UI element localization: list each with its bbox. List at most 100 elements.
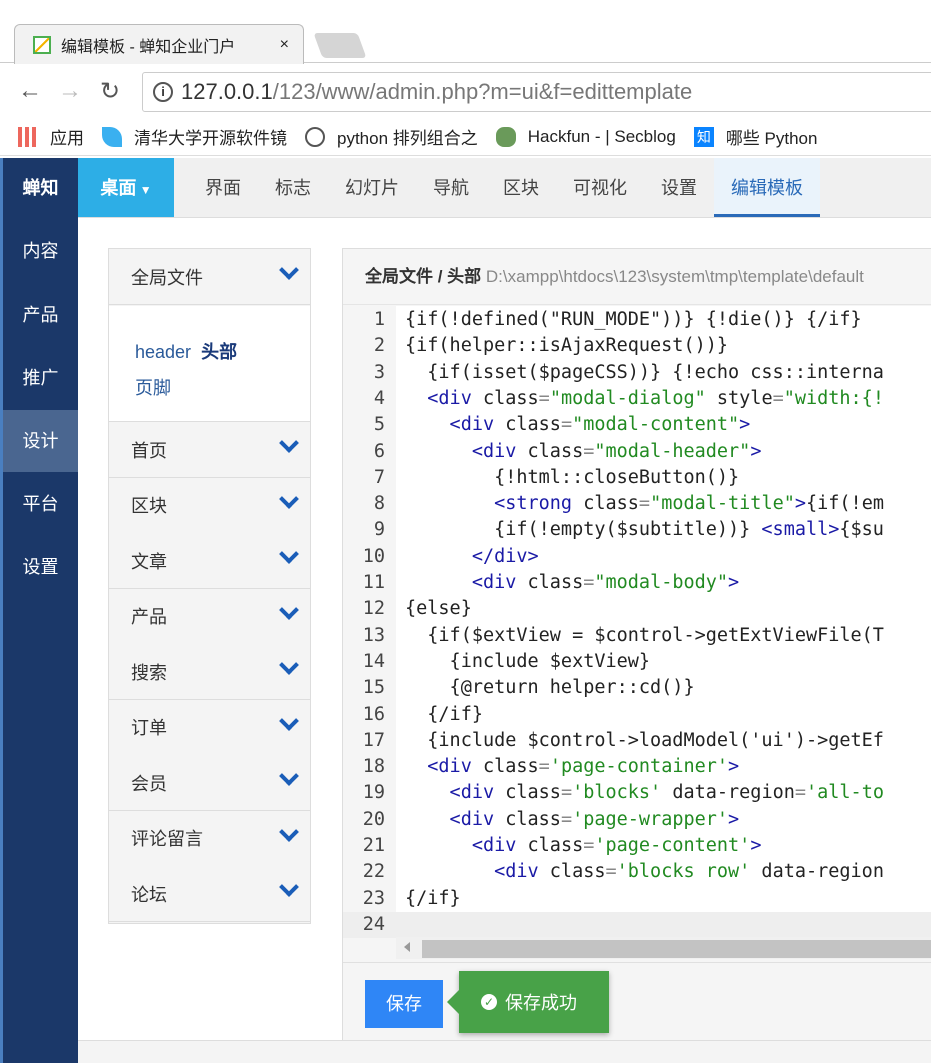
sidebar-item-product[interactable]: 产品 [3, 284, 78, 346]
code-token: "modal-header" [594, 440, 751, 462]
bookmark-python[interactable]: python 排列组合之 [305, 124, 478, 149]
page-favicon-icon [33, 35, 51, 54]
chevron-down-icon [279, 544, 299, 564]
code-line: 13 {if($extView = $control->getExtViewFi… [343, 623, 931, 649]
code-line: 12 {else} [343, 596, 931, 622]
info-icon[interactable]: i [153, 82, 173, 102]
scroll-left-icon[interactable] [404, 942, 410, 952]
nav-navigation[interactable]: 导航 [416, 158, 486, 217]
file-header[interactable]: header 头部 [135, 334, 310, 370]
code-line: 17 {include $control->loadModel('ui')->g… [343, 728, 931, 754]
code-line: 16 {/if} [343, 702, 931, 728]
group-item[interactable]: 区块 [109, 477, 310, 534]
code-token: "modal-title" [650, 493, 795, 515]
site-icon [305, 126, 325, 147]
nav-settings[interactable]: 设置 [644, 158, 714, 217]
bookmark-label: 清华大学开源软件镜 [134, 129, 287, 148]
bookmark-tuna[interactable]: 清华大学开源软件镜 [102, 124, 287, 149]
code-token: = [605, 861, 617, 883]
code-line: 11 <div class="modal-body"> [343, 570, 931, 596]
nav-blocks[interactable]: 区块 [486, 158, 556, 217]
group-item[interactable]: 文章 [109, 533, 310, 589]
url-path: /123/www/admin.php?m=ui&f=edittemplate [272, 79, 693, 104]
code-token: > [794, 493, 806, 515]
group-item[interactable]: 评论留言 [109, 810, 310, 867]
code-line: 22 <div class='blocks row' data-region [343, 859, 931, 885]
group-global-files[interactable]: 全局文件 [109, 249, 310, 305]
new-tab-button[interactable] [313, 33, 367, 58]
group-label: 首页 [131, 440, 167, 461]
template-editor-panel: 全局文件 / 头部 D:\xampp\htdocs\123\system\tmp… [342, 248, 931, 1044]
caret-down-icon: ▼ [136, 183, 152, 197]
tuna-icon [102, 126, 122, 147]
group-item[interactable]: 会员 [109, 755, 310, 811]
code-token: > [739, 414, 751, 436]
line-number: 2 [373, 335, 385, 357]
nav-logo[interactable]: 标志 [258, 158, 328, 217]
code-token: <div [405, 440, 528, 462]
check-circle-icon: ✓ [481, 994, 497, 1010]
code-token: style [705, 387, 773, 409]
cactus-icon [495, 126, 516, 147]
code-editor[interactable]: 1 {if(!defined("RUN_MODE"))} {!die()} {/i… [343, 306, 931, 938]
group-label: 订单 [131, 718, 167, 738]
file-footer[interactable]: 页脚 [135, 370, 310, 406]
code-token: {if(!em [806, 493, 884, 515]
breadcrumb: 全局文件 / 头部 [365, 267, 482, 286]
nav-visual[interactable]: 可视化 [556, 158, 644, 217]
brand-logo[interactable]: 蝉知 [3, 158, 78, 218]
reload-icon[interactable]: ↻ [90, 77, 130, 106]
bookmark-zhihu[interactable]: 知哪些 Python [693, 124, 818, 149]
bookmark-label: python 排列组合之 [337, 129, 478, 148]
browser-tab[interactable]: 编辑模板 - 蝉知企业门户 × [14, 24, 304, 64]
code-token: <div [405, 387, 483, 409]
code-line: 2 {if(helper::isAjaxRequest())} [343, 333, 931, 359]
code-token: 'blocks row' [616, 861, 751, 883]
bookmark-hackfun[interactable]: Hackfun - | Secblog [495, 126, 676, 147]
code-token: <div [405, 808, 506, 830]
code-token: {if(helper::isAjaxRequest())} [405, 335, 729, 357]
nav-ui[interactable]: 界面 [188, 158, 258, 217]
bookmark-label: 哪些 Python [725, 129, 818, 148]
file-code: header [135, 342, 192, 362]
group-label: 会员 [131, 773, 167, 794]
code-token: {!html::closeButton()} [405, 466, 740, 488]
desktop-dropdown[interactable]: 桌面 ▼ [78, 158, 174, 217]
forward-icon[interactable]: → [50, 77, 90, 105]
code-token: {else} [405, 598, 472, 620]
code-token: {if(!empty($subtitle))} [405, 519, 762, 541]
close-tab-icon[interactable]: × [280, 36, 289, 54]
sidebar-item-platform[interactable]: 平台 [3, 473, 78, 535]
code-token: = [772, 387, 784, 409]
code-token: "modal-content" [572, 414, 740, 436]
nav-slides[interactable]: 幻灯片 [328, 158, 416, 217]
line-number: 12 [362, 598, 385, 620]
code-line: 23 {/if} [343, 886, 931, 912]
sidebar-item-promote[interactable]: 推广 [3, 347, 78, 409]
sidebar-item-content[interactable]: 内容 [3, 220, 78, 282]
group-item[interactable]: 首页 [109, 422, 310, 478]
code-token: {$su [839, 519, 884, 541]
code-line: 19 <div class='blocks' data-region='all-… [343, 780, 931, 806]
code-token: <div [405, 835, 528, 856]
bookmark-apps[interactable]: 应用 [18, 124, 84, 149]
nav-edit-template[interactable]: 编辑模板 [714, 158, 820, 217]
group-item[interactable]: 搜索 [109, 644, 310, 700]
code-token: > [750, 835, 762, 856]
code-token: {include $extView} [405, 650, 651, 672]
code-token: <div [405, 414, 506, 436]
horizontal-scrollbar[interactable] [396, 937, 931, 959]
save-button[interactable]: 保存 [365, 980, 443, 1028]
group-item[interactable]: 订单 [109, 699, 310, 756]
code-token: = [794, 782, 806, 804]
code-line: 20 <div class='page-wrapper'> [343, 807, 931, 833]
sidebar-item-design[interactable]: 设计 [3, 410, 78, 472]
address-bar[interactable]: i 127.0.0.1/123/www/admin.php?m=ui&f=edi… [142, 72, 931, 112]
editor-header: 全局文件 / 头部 D:\xampp\htdocs\123\system\tmp… [343, 249, 931, 305]
group-item[interactable]: 论坛 [109, 866, 310, 922]
back-icon[interactable]: ← [10, 77, 50, 105]
sidebar-item-settings[interactable]: 设置 [3, 536, 78, 598]
group-item[interactable]: 产品 [109, 588, 310, 645]
scrollbar-thumb[interactable] [422, 940, 931, 958]
code-token: {/if} [405, 703, 483, 725]
